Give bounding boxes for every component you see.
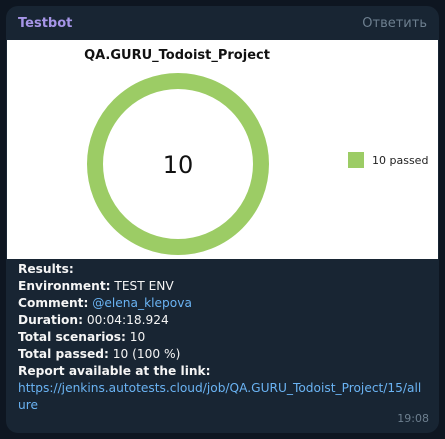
environment-label: Environment:: [18, 279, 111, 293]
chart-legend: 10 passed: [348, 152, 428, 168]
environment-line: Environment: TEST ENV: [18, 278, 427, 295]
message-bubble: Testbot Ответить QA.GURU_Todoist_Project…: [6, 6, 439, 433]
total-passed-line: Total passed: 10 (100 %): [18, 346, 427, 363]
total-scenarios-label: Total scenarios:: [18, 330, 126, 344]
comment-mention-link[interactable]: @elena_klepova: [92, 296, 192, 310]
report-link-line-1[interactable]: https://jenkins.autotests.cloud/job/QA.G…: [18, 380, 427, 397]
reply-button[interactable]: Ответить: [362, 16, 427, 31]
message-time: 19:08: [397, 412, 429, 425]
total-passed-label: Total passed:: [18, 347, 109, 361]
report-link-line-2[interactable]: ure: [18, 397, 427, 414]
comment-line: Comment: @elena_klepova: [18, 295, 427, 312]
total-passed-value: 10 (100 %): [108, 347, 181, 361]
message-header: Testbot Ответить: [6, 6, 439, 42]
report-label: Report available at the link:: [18, 364, 211, 378]
total-scenarios-line: Total scenarios: 10: [18, 329, 427, 346]
chart-center-label: 10: [163, 151, 194, 179]
duration-line: Duration: 00:04:18.924: [18, 312, 427, 329]
comment-label: Comment:: [18, 296, 89, 310]
sender-name[interactable]: Testbot: [18, 16, 72, 31]
legend-swatch-passed: [348, 152, 364, 168]
environment-value: TEST ENV: [110, 279, 174, 293]
donut-chart: 10: [87, 73, 269, 255]
duration-value: 00:04:18.924: [82, 313, 169, 327]
duration-label: Duration:: [18, 313, 83, 327]
results-text: Results: Environment: TEST ENV Comment: …: [18, 261, 427, 414]
legend-label-passed: 10 passed: [372, 153, 429, 167]
results-heading: Results:: [18, 262, 74, 276]
chart-image[interactable]: QA.GURU_Todoist_Project 10 10 passed: [7, 40, 438, 259]
total-scenarios-value: 10: [125, 330, 146, 344]
